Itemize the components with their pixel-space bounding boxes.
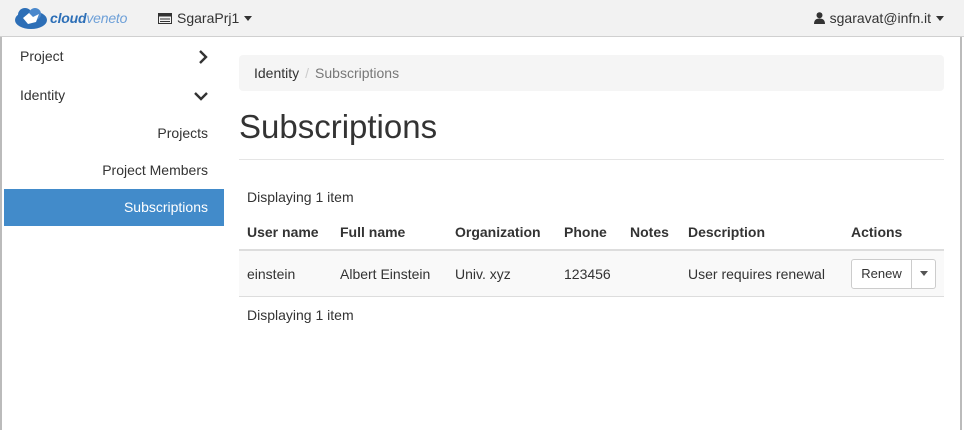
- item-count-bottom: Displaying 1 item: [247, 307, 354, 323]
- subscriptions-table: User name Full name Organization Phone N…: [239, 214, 944, 297]
- project-list-icon: [158, 12, 172, 24]
- chevron-down-icon: [194, 76, 208, 115]
- brand-logo[interactable]: cloudveneto: [14, 6, 127, 30]
- chevron-down-icon: [936, 15, 944, 21]
- cell-phone: 123456: [556, 250, 622, 297]
- more-actions-button[interactable]: [912, 258, 936, 289]
- column-header-phone[interactable]: Phone: [556, 214, 622, 251]
- brand-name: cloudveneto: [50, 10, 128, 26]
- table-header-row: User name Full name Organization Phone N…: [239, 214, 944, 251]
- project-selector[interactable]: SgaraPrj1: [158, 10, 253, 26]
- row-actions-group: Renew: [851, 258, 936, 289]
- sidebar-item-identity[interactable]: Identity: [4, 76, 224, 115]
- top-navbar: cloudveneto SgaraPrj1 sgaravat@infn.it: [0, 0, 964, 37]
- main-content: Identity / Subscriptions Subscriptions Dis…: [239, 37, 944, 333]
- project-name: SgaraPrj1: [177, 10, 240, 26]
- column-header-organization[interactable]: Organization: [447, 214, 556, 251]
- sidebar-item-label: Identity: [20, 87, 66, 103]
- column-header-username[interactable]: User name: [239, 214, 332, 251]
- breadcrumb: Identity / Subscriptions: [239, 55, 944, 91]
- page-title: Subscriptions: [239, 91, 944, 160]
- cell-description: User requires renewal: [680, 250, 843, 297]
- table-row: einstein Albert Einstein Univ. xyz 12345…: [239, 250, 944, 297]
- cell-actions: Renew: [843, 250, 944, 297]
- cloud-logo-icon: [15, 8, 47, 29]
- cell-notes: [622, 250, 680, 297]
- sidebar-item-project-members[interactable]: Project Members: [4, 152, 224, 189]
- cell-fullname: Albert Einstein: [332, 250, 447, 297]
- sidebar: Project Identity Projects Project Member…: [4, 37, 224, 226]
- chevron-down-icon: [244, 15, 253, 21]
- renew-button[interactable]: Renew: [851, 258, 912, 289]
- user-menu[interactable]: sgaravat@infn.it: [813, 10, 944, 26]
- sidebar-item-label: Project: [20, 48, 64, 64]
- cell-username: einstein: [239, 250, 332, 297]
- column-header-notes[interactable]: Notes: [622, 214, 680, 251]
- column-header-description[interactable]: Description: [680, 214, 843, 251]
- breadcrumb-parent[interactable]: Identity: [254, 65, 299, 81]
- user-icon: [813, 12, 825, 24]
- sidebar-item-project[interactable]: Project: [4, 37, 224, 76]
- user-email: sgaravat@infn.it: [829, 10, 931, 26]
- chevron-down-icon: [919, 271, 928, 276]
- column-header-fullname[interactable]: Full name: [332, 214, 447, 251]
- chevron-right-icon: [198, 37, 208, 76]
- sidebar-item-projects[interactable]: Projects: [4, 115, 224, 152]
- column-header-actions: Actions: [843, 214, 944, 251]
- breadcrumb-current: Subscriptions: [315, 65, 400, 81]
- cell-organization: Univ. xyz: [447, 250, 556, 297]
- item-count-top: Displaying 1 item: [247, 189, 354, 205]
- breadcrumb-separator: /: [305, 65, 310, 81]
- sidebar-item-subscriptions[interactable]: Subscriptions: [4, 189, 224, 226]
